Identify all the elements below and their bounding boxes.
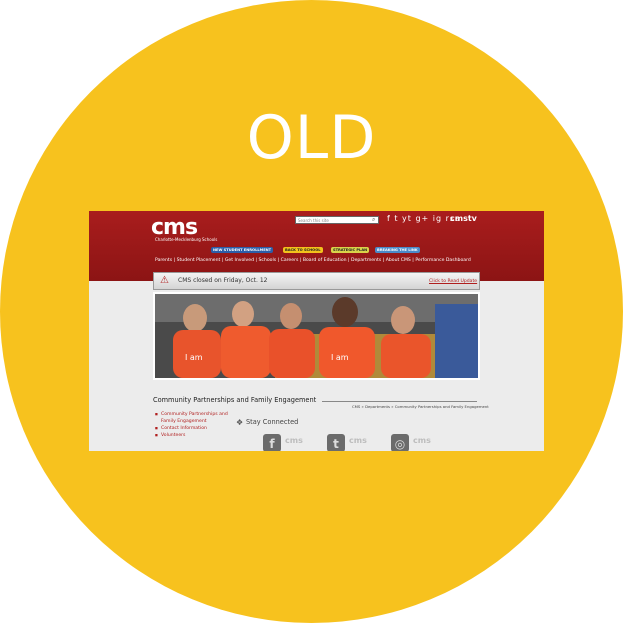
section-title: Community Partnerships and Family Engage…: [153, 396, 317, 404]
sidebar-list: Community Partnerships and Family Engage…: [153, 411, 231, 439]
nav-item-about-cms[interactable]: About CMS: [386, 258, 411, 263]
nav-item-student-placement[interactable]: Student Placement: [177, 258, 221, 263]
pill-breaking-the-link[interactable]: BREAKING THE LINK: [375, 247, 420, 253]
instagram-icon[interactable]: ◎: [391, 434, 409, 451]
sidebar-item[interactable]: Contact Information: [153, 425, 231, 432]
social-label: cms: [285, 436, 303, 445]
pill-new-student-enrollment[interactable]: NEW STUDENT ENROLLMENT: [211, 247, 274, 253]
pill-strategic-plan[interactable]: STRATEGIC PLAN: [331, 247, 370, 253]
cmstv-link[interactable]: cmstv: [450, 214, 477, 224]
search-icon[interactable]: ⌕: [372, 216, 375, 224]
hero-photo-illustration: I am I am: [155, 294, 478, 378]
facebook-icon[interactable]: f: [263, 434, 281, 451]
nav-item-get-involved[interactable]: Get Involved: [225, 258, 254, 263]
site-header: cms Charlotte-Mecklenburg Schools Search…: [89, 211, 544, 281]
title-divider: [322, 401, 477, 402]
alert-link[interactable]: Click to Read Update: [429, 278, 477, 285]
pill-back-to-school[interactable]: BACK TO SCHOOL: [283, 247, 323, 253]
logo-subtitle: Charlotte-Mecklenburg Schools: [155, 237, 218, 242]
hero-photo: I am I am: [153, 292, 480, 380]
alert-banner: ⚠ CMS closed on Friday, Oct. 12 Click to…: [153, 272, 480, 290]
svg-text:I am: I am: [331, 353, 349, 362]
old-badge-label: OLD: [246, 103, 377, 173]
nav-item-careers[interactable]: Careers: [281, 258, 299, 263]
main-nav: Parents | Student Placement | Get Involv…: [155, 257, 471, 265]
breadcrumb[interactable]: CMS » Departments » Community Partnershi…: [352, 404, 489, 410]
nav-item-board-of-education[interactable]: Board of Education: [303, 258, 347, 263]
social-label: cms: [413, 436, 431, 445]
nav-item-performance-dashboard[interactable]: Performance Dashboard: [415, 258, 471, 263]
nav-item-departments[interactable]: Departments: [351, 258, 381, 263]
warning-icon: ⚠: [160, 275, 169, 286]
twitter-icon[interactable]: t: [327, 434, 345, 451]
alert-text: CMS closed on Friday, Oct. 12: [178, 277, 268, 284]
sidebar-item[interactable]: Volunteers: [153, 432, 231, 439]
website-screenshot: cms Charlotte-Mecklenburg Schools Search…: [89, 211, 544, 451]
nav-item-schools[interactable]: Schools: [258, 258, 276, 263]
nav-item-parents[interactable]: Parents: [155, 258, 172, 263]
svg-text:I am: I am: [185, 353, 203, 362]
sidebar-item[interactable]: Community Partnerships and Family Engage…: [153, 411, 231, 425]
stay-connected-label: Stay Connected: [246, 418, 299, 426]
bird-icon: ❖: [236, 418, 244, 427]
social-label: cms: [349, 436, 367, 445]
search-input[interactable]: Search this site: [295, 216, 379, 224]
